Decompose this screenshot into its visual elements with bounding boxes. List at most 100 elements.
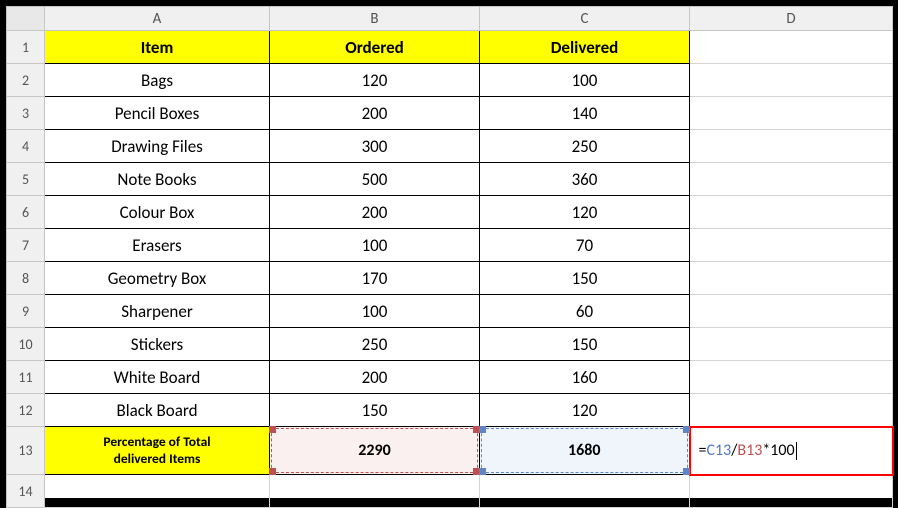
cell-empty[interactable] [690, 394, 893, 427]
table-row: 4Drawing Files300250 [7, 130, 893, 163]
cell-item[interactable]: Bags [45, 64, 270, 97]
row-header[interactable]: 10 [7, 328, 45, 361]
range-handle-icon [479, 426, 486, 433]
footer-label[interactable]: Percentage of Total delivered Items [45, 427, 270, 475]
col-header-c[interactable]: C [480, 7, 690, 31]
table-row: 5Note Books500360 [7, 163, 893, 196]
row-header[interactable]: 7 [7, 229, 45, 262]
cell-ordered[interactable]: 300 [270, 130, 480, 163]
select-all-corner[interactable] [7, 7, 45, 31]
cell-delivered[interactable]: 100 [480, 64, 690, 97]
cell-item[interactable]: Geometry Box [45, 262, 270, 295]
table-row: 12Black Board150120 [7, 394, 893, 427]
row-header[interactable]: 4 [7, 130, 45, 163]
cell-empty[interactable] [690, 475, 893, 508]
cell-item[interactable]: Erasers [45, 229, 270, 262]
footer-label-line2: delivered Items [114, 450, 201, 467]
cell-ordered[interactable]: 120 [270, 64, 480, 97]
sum-ordered[interactable]: 2290 [270, 427, 480, 475]
cell-empty[interactable] [270, 475, 480, 508]
col-header-d[interactable]: D [690, 7, 893, 31]
sum-delivered-value: 1680 [568, 441, 600, 460]
cell-item[interactable]: Stickers [45, 328, 270, 361]
empty-row: 14 [7, 475, 893, 508]
cell-delivered[interactable]: 250 [480, 130, 690, 163]
cell-delivered[interactable]: 150 [480, 262, 690, 295]
cell-empty[interactable] [690, 262, 893, 295]
range-handle-icon [269, 426, 276, 433]
cell-delivered[interactable]: 140 [480, 97, 690, 130]
cell-delivered[interactable]: 160 [480, 361, 690, 394]
row-header[interactable]: 11 [7, 361, 45, 394]
formula-ref-b13: B13 [737, 441, 762, 460]
cell-empty[interactable] [690, 130, 893, 163]
cell-item[interactable]: Note Books [45, 163, 270, 196]
cell-delivered[interactable]: 150 [480, 328, 690, 361]
cell-ordered[interactable]: 100 [270, 295, 480, 328]
row-header[interactable]: 5 [7, 163, 45, 196]
row-header[interactable]: 13 [7, 427, 45, 475]
cell-item[interactable]: Pencil Boxes [45, 97, 270, 130]
header-delivered[interactable]: Delivered [480, 31, 690, 64]
cell-empty[interactable] [690, 64, 893, 97]
col-header-b[interactable]: B [270, 7, 480, 31]
row-header[interactable]: 8 [7, 262, 45, 295]
header-item[interactable]: Item [45, 31, 270, 64]
range-handle-icon [683, 426, 690, 433]
cell-ordered[interactable]: 250 [270, 328, 480, 361]
cell-delivered[interactable]: 60 [480, 295, 690, 328]
cell-ordered[interactable]: 170 [270, 262, 480, 295]
text-cursor-icon [796, 442, 797, 460]
cell-empty[interactable] [690, 361, 893, 394]
row-header[interactable]: 2 [7, 64, 45, 97]
cell-ordered[interactable]: 500 [270, 163, 480, 196]
row-header[interactable]: 1 [7, 31, 45, 64]
column-header-row: A B C D [7, 7, 893, 31]
cell-empty[interactable] [480, 475, 690, 508]
cell-empty[interactable] [690, 196, 893, 229]
cell-ordered[interactable]: 100 [270, 229, 480, 262]
cell-ordered[interactable]: 150 [270, 394, 480, 427]
col-header-a[interactable]: A [45, 7, 270, 31]
cell-empty[interactable] [690, 229, 893, 262]
cell-empty[interactable] [690, 163, 893, 196]
cell-item[interactable]: White Board [45, 361, 270, 394]
cell-ordered[interactable]: 200 [270, 97, 480, 130]
table-row: 10Stickers250150 [7, 328, 893, 361]
table-row: 6Colour Box200120 [7, 196, 893, 229]
cell-item[interactable]: Colour Box [45, 196, 270, 229]
formula-ref-c13: C13 [706, 441, 731, 460]
table-row: 8Geometry Box170150 [7, 262, 893, 295]
cell-ordered[interactable]: 200 [270, 196, 480, 229]
cell-item[interactable]: Sharpener [45, 295, 270, 328]
spreadsheet[interactable]: A B C D 1 Item Ordered Delivered 2Bags12… [6, 6, 892, 498]
footer-label-line1: Percentage of Total [103, 433, 210, 450]
header-row: 1 Item Ordered Delivered [7, 31, 893, 64]
row-header[interactable]: 3 [7, 97, 45, 130]
row-header[interactable]: 9 [7, 295, 45, 328]
cell-ordered[interactable]: 200 [270, 361, 480, 394]
row-header[interactable]: 6 [7, 196, 45, 229]
formula-tail: *100 [762, 441, 794, 460]
footer-row: 13 Percentage of Total delivered Items 2… [7, 427, 893, 475]
cell-empty[interactable] [690, 295, 893, 328]
cell-empty[interactable] [690, 328, 893, 361]
cell-d1[interactable] [690, 31, 893, 64]
table-row: 11White Board200160 [7, 361, 893, 394]
cell-empty[interactable] [690, 97, 893, 130]
sum-delivered[interactable]: 1680 [480, 427, 690, 475]
table-row: 3Pencil Boxes200140 [7, 97, 893, 130]
grid[interactable]: A B C D 1 Item Ordered Delivered 2Bags12… [6, 6, 894, 508]
cell-delivered[interactable]: 120 [480, 394, 690, 427]
cell-empty[interactable] [45, 475, 270, 508]
row-header[interactable]: 14 [7, 475, 45, 508]
cell-delivered[interactable]: 360 [480, 163, 690, 196]
cell-delivered[interactable]: 120 [480, 196, 690, 229]
row-header[interactable]: 12 [7, 394, 45, 427]
cell-item[interactable]: Drawing Files [45, 130, 270, 163]
formula-input-cell[interactable]: =C13/B13*100 [690, 427, 893, 475]
header-ordered[interactable]: Ordered [270, 31, 480, 64]
cell-delivered[interactable]: 70 [480, 229, 690, 262]
cell-item[interactable]: Black Board [45, 394, 270, 427]
table-row: 7Erasers10070 [7, 229, 893, 262]
